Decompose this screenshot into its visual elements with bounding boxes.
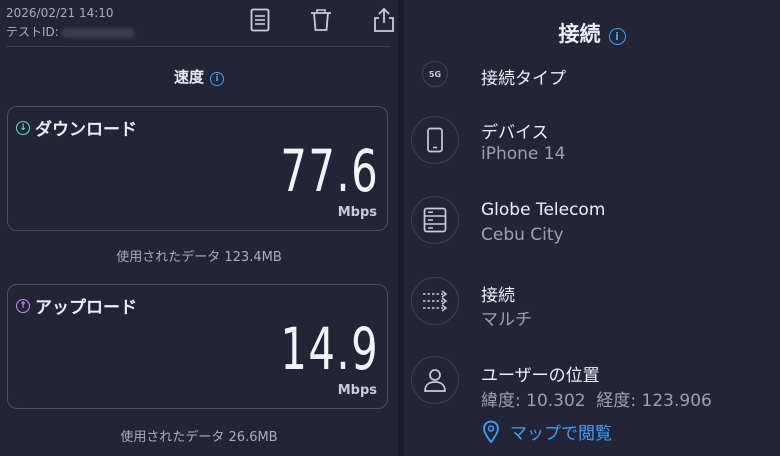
download-header: ↓ ダウンロード (16, 115, 137, 140)
trash-icon[interactable] (308, 6, 334, 34)
location-label: ユーザーの位置 (481, 366, 600, 386)
location-value: 緯度: 10.302 経度: 123.906 (481, 391, 712, 411)
upload-label: アップロード (35, 298, 137, 318)
view-map-text: マップで閲覧 (510, 424, 612, 444)
download-unit: Mbps (337, 205, 377, 220)
upload-used-data: 使用されたデータ 26.6MB (120, 430, 278, 445)
5g-badge-text: 5G (428, 69, 442, 79)
upload-card: ↑ アップロード 14.9 Mbps (7, 284, 388, 409)
view-map-link[interactable]: マップで閲覧 (482, 419, 612, 444)
connections-label: 接続 (481, 286, 515, 306)
connection-section-title: 接続 i (404, 18, 780, 48)
test-id: テストID: (6, 23, 135, 40)
upload-header: ↑ アップロード (16, 293, 137, 318)
download-used-data: 使用されたデータ 123.4MB (116, 250, 282, 265)
download-card: ↓ ダウンロード 77.6 Mbps (7, 106, 388, 231)
share-icon[interactable] (371, 6, 397, 34)
speed-panel: 2026/02/21 14:10 テストID: 速度 i ↓ ダウンロード 77… (0, 0, 398, 456)
test-id-label: テストID: (6, 25, 59, 39)
info-icon[interactable]: i (608, 28, 626, 45)
user-icon (411, 356, 459, 404)
upload-unit: Mbps (337, 383, 377, 398)
speedtest-result-screen: 2026/02/21 14:10 テストID: 速度 i ↓ ダウンロード 77… (0, 0, 780, 456)
test-date: 2026/02/21 14:10 (6, 6, 114, 20)
map-pin-icon (483, 420, 499, 443)
multi-connection-icon (411, 277, 459, 325)
document-icon[interactable] (247, 6, 273, 34)
server-label: Globe Telecom (481, 200, 606, 220)
upload-speed-value: 14.9 (280, 315, 379, 383)
speed-title-text: 速度 (173, 68, 204, 86)
device-value: iPhone 14 (481, 144, 566, 164)
device-label: デバイス (481, 123, 549, 143)
download-arrow-icon: ↓ (16, 120, 30, 135)
speed-section-title: 速度 i (0, 66, 398, 87)
phone-icon (411, 116, 459, 164)
upload-arrow-icon: ↑ (16, 298, 30, 313)
connection-title-text: 接続 (558, 22, 601, 46)
download-speed-value: 77.6 (280, 137, 379, 205)
connection-type-label: 接続タイプ (481, 69, 566, 89)
download-label: ダウンロード (35, 120, 137, 140)
5g-icon: 5G (422, 61, 448, 87)
server-value: Cebu City (481, 225, 564, 245)
connections-value: マルチ (481, 310, 532, 330)
connection-panel: 接続 i 5G 接続タイプ デバイス iPhone 14 Globe Telec… (404, 0, 780, 456)
server-icon (411, 196, 459, 244)
test-id-redacted (60, 27, 135, 38)
header-divider (6, 46, 390, 47)
info-icon[interactable]: i (210, 72, 224, 86)
